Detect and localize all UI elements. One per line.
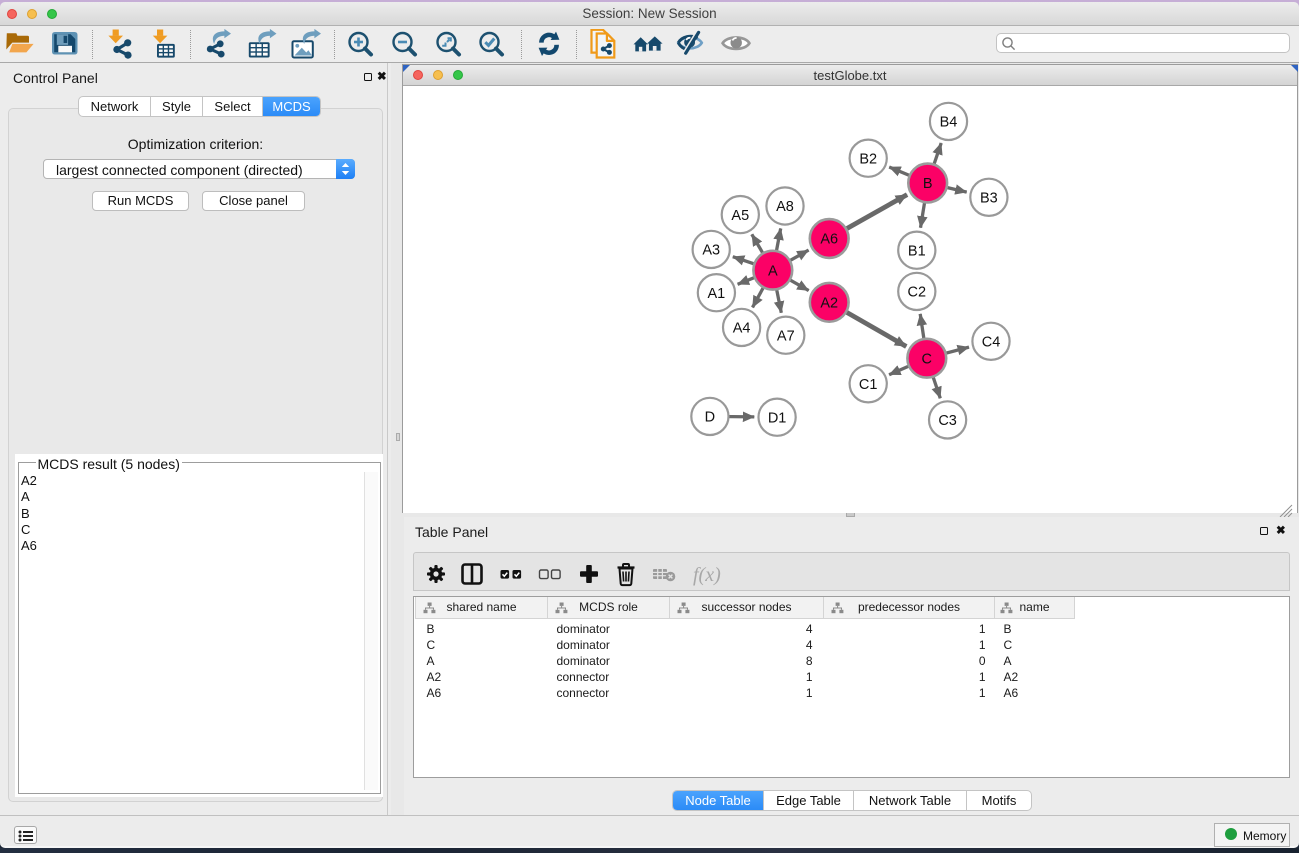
svg-text:B4: B4 bbox=[940, 115, 958, 131]
svg-text:D: D bbox=[705, 410, 715, 426]
svg-text:B: B bbox=[923, 176, 933, 192]
svg-text:B2: B2 bbox=[859, 151, 877, 167]
svg-text:B1: B1 bbox=[908, 243, 926, 259]
svg-text:C1: C1 bbox=[859, 377, 878, 393]
svg-text:B3: B3 bbox=[980, 191, 998, 207]
svg-text:C4: C4 bbox=[982, 335, 1001, 351]
svg-text:C3: C3 bbox=[938, 413, 957, 429]
svg-text:A8: A8 bbox=[776, 199, 794, 215]
svg-text:A3: A3 bbox=[702, 243, 720, 259]
svg-text:D1: D1 bbox=[768, 410, 787, 426]
svg-text:A7: A7 bbox=[777, 328, 795, 344]
svg-text:A: A bbox=[768, 263, 778, 279]
svg-text:A5: A5 bbox=[731, 208, 749, 224]
svg-text:A2: A2 bbox=[820, 296, 838, 312]
svg-text:f(x): f(x) bbox=[693, 564, 721, 586]
svg-text:C2: C2 bbox=[908, 285, 927, 301]
svg-text:A1: A1 bbox=[708, 286, 726, 302]
svg-text:C: C bbox=[922, 351, 932, 367]
svg-text:A4: A4 bbox=[733, 321, 751, 337]
svg-text:A6: A6 bbox=[820, 232, 838, 248]
